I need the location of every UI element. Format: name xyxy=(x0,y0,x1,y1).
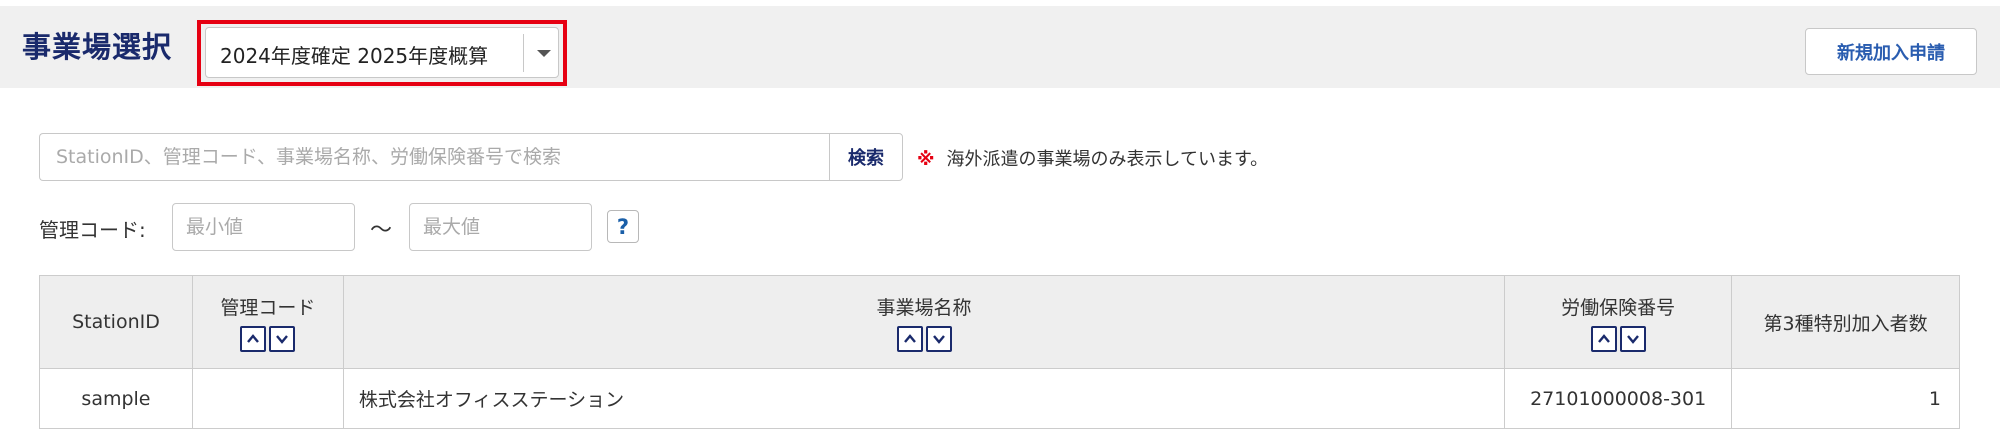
page-title: 事業場選択 xyxy=(22,30,173,64)
year-select-value: 2024年度確定 2025年度概算 xyxy=(220,44,489,68)
page-header: 事業場選択 2024年度確定 2025年度概算 新規加入申請 xyxy=(0,6,2000,88)
cell-insurance-number: 27101000008-301 xyxy=(1504,368,1733,429)
sort-asc-icon[interactable] xyxy=(240,325,267,352)
sort-asc-icon[interactable] xyxy=(1590,325,1617,352)
table-header-row: StationID 管理コード 事業場名称 労働保険番号 第3種特別加入者数 xyxy=(39,275,1960,369)
cell-site-name[interactable]: 株式会社オフィスステーション xyxy=(342,368,1506,429)
notice-text: 海外派遣の事業場のみ表示しています。 xyxy=(946,149,1269,170)
sort-desc-icon[interactable] xyxy=(269,325,296,352)
search-input[interactable] xyxy=(39,133,830,181)
range-separator: ～ xyxy=(370,218,393,243)
sort-asc-icon[interactable] xyxy=(896,325,923,352)
year-select-divider xyxy=(523,34,524,72)
notice-mark-icon: ※ xyxy=(917,149,935,170)
sort-controls xyxy=(1505,325,1731,352)
code-range-label: 管理コード: xyxy=(39,218,146,242)
overseas-notice: ※ 海外派遣の事業場のみ表示しています。 xyxy=(917,145,1268,171)
cell-code xyxy=(191,368,344,429)
table-row[interactable]: sample 株式会社オフィスステーション 27101000008-301 1 xyxy=(39,368,1960,429)
code-min-input[interactable] xyxy=(172,203,355,251)
column-header-member-count: 第3種特別加入者数 xyxy=(1731,275,1960,369)
column-header-code: 管理コード xyxy=(191,275,344,369)
sort-desc-icon[interactable] xyxy=(925,325,952,352)
search-button[interactable]: 検索 xyxy=(829,133,903,181)
column-header-insurance-number: 労働保険番号 xyxy=(1504,275,1733,369)
column-header-site-name: 事業場名称 xyxy=(342,275,1506,369)
caret-down-icon[interactable] xyxy=(537,50,551,57)
site-table: StationID 管理コード 事業場名称 労働保険番号 第3種特別加入者数 s… xyxy=(39,275,1960,429)
help-icon[interactable]: ? xyxy=(607,210,639,243)
new-application-button[interactable]: 新規加入申請 xyxy=(1805,28,1977,75)
sort-controls xyxy=(193,325,343,352)
code-max-input[interactable] xyxy=(409,203,592,251)
year-select[interactable]: 2024年度確定 2025年度概算 xyxy=(205,27,559,78)
cell-member-count: 1 xyxy=(1731,368,1960,429)
sort-desc-icon[interactable] xyxy=(1619,325,1646,352)
sort-controls xyxy=(344,325,1504,352)
cell-station-id[interactable]: sample xyxy=(39,368,193,429)
column-header-station-id: StationID xyxy=(39,275,193,369)
